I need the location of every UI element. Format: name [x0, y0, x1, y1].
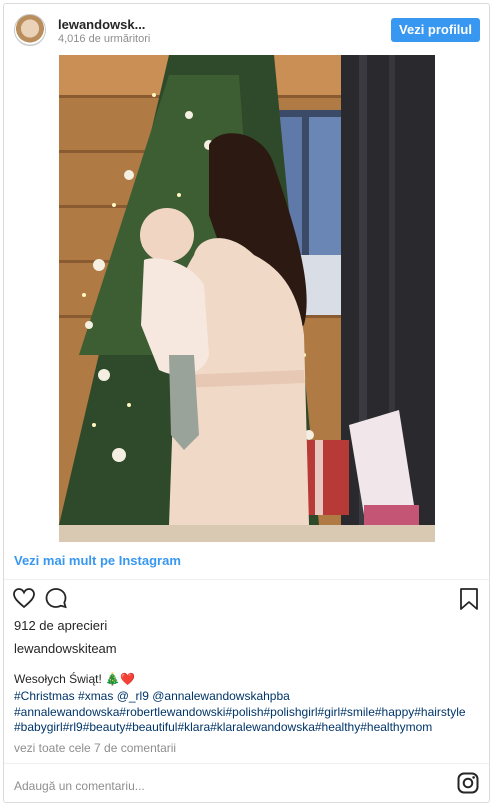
comment-icon[interactable]: [44, 586, 68, 615]
instagram-icon[interactable]: [457, 772, 479, 799]
divider: [4, 579, 489, 580]
account-name[interactable]: lewandowskiteam: [14, 641, 117, 656]
divider: [4, 763, 489, 764]
instagram-embed-card: lewandowsk... 4,016 de urmăritori Vezi p…: [3, 3, 490, 803]
view-profile-button[interactable]: Vezi profilul: [391, 18, 480, 42]
username[interactable]: lewandowsk...: [58, 17, 145, 32]
bookmark-icon[interactable]: [459, 587, 479, 616]
avatar[interactable]: [14, 14, 46, 46]
photo-illustration: [59, 55, 435, 542]
view-all-comments-link[interactable]: vezi toate cele 7 de comentarii: [14, 741, 176, 755]
hashtag-line[interactable]: #Christmas #xmas @_rl9 @annalewandowskah…: [14, 689, 489, 705]
post-header: lewandowsk... 4,016 de urmăritori Vezi p…: [4, 4, 489, 56]
post-photo[interactable]: [59, 55, 435, 542]
caption-text: Wesołych Świąt! 🎄❤️: [14, 672, 136, 686]
hashtags: #Christmas #xmas @_rl9 @annalewandowskah…: [14, 689, 489, 736]
view-more-on-instagram-link[interactable]: Vezi mai mult pe Instagram: [14, 553, 181, 568]
heart-icon[interactable]: [12, 586, 36, 615]
follower-count: 4,016 de urmăritori: [58, 33, 151, 45]
add-comment-input[interactable]: Adaugă un comentariu...: [14, 779, 145, 793]
hashtag-line[interactable]: #babygirl#rl9#beauty#beautiful#klara#kla…: [14, 720, 489, 736]
hashtag-line[interactable]: #annalewandowska#robertlewandowski#polis…: [14, 705, 489, 721]
like-count[interactable]: 912 de aprecieri: [14, 618, 107, 633]
